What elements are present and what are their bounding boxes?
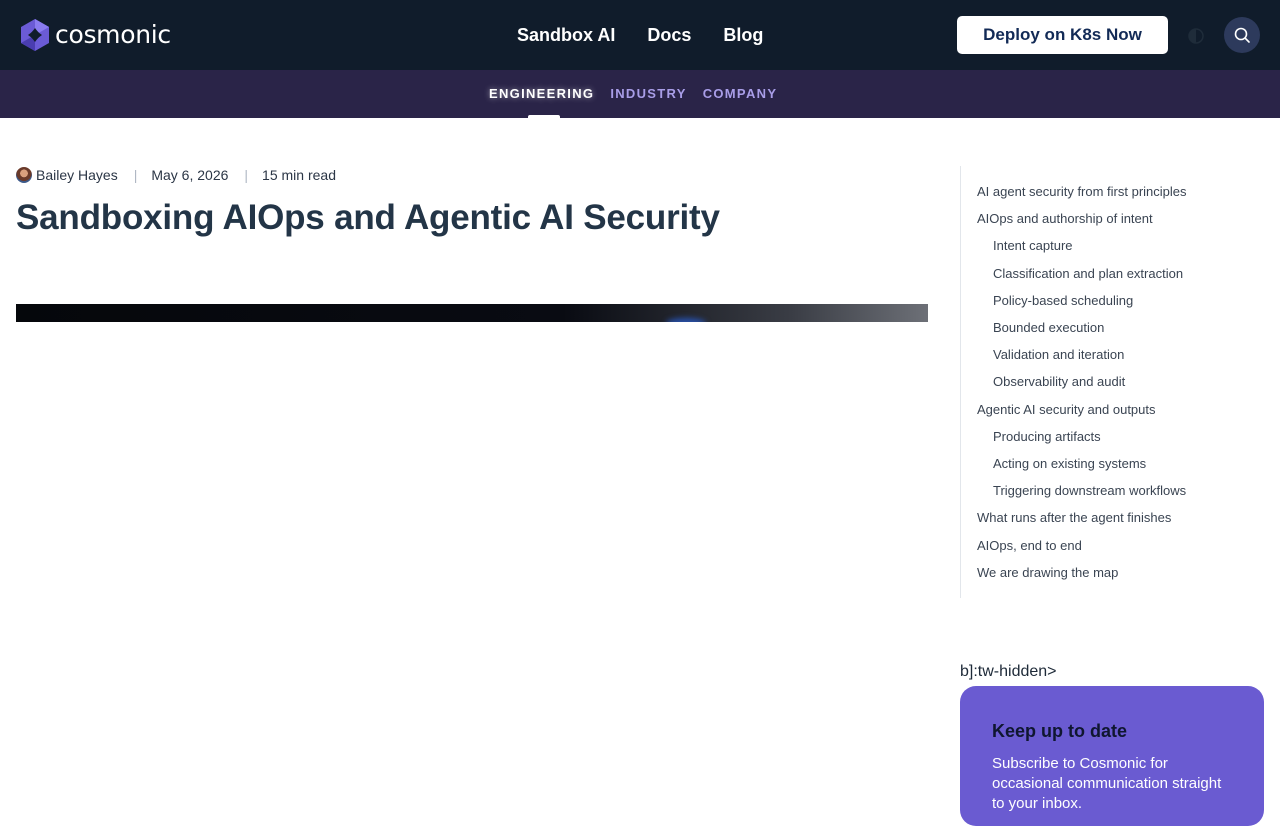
tab-company[interactable]: COMPANY <box>703 86 778 102</box>
search-button[interactable] <box>1224 17 1260 53</box>
meta-divider: | <box>133 167 138 183</box>
publish-date: May 6, 2026 <box>151 167 229 183</box>
author-name[interactable]: Bailey Hayes <box>36 167 118 183</box>
stray-markup-text: b]:tw-hidden> <box>960 663 1057 680</box>
toc-subitem[interactable]: Acting on existing systems <box>961 450 1260 477</box>
toc-subitem[interactable]: Policy-based scheduling <box>961 287 1260 314</box>
toc-subitem[interactable]: Triggering downstream workflows <box>961 477 1260 504</box>
top-navbar: cosmonic Sandbox AI Docs Blog Deploy on … <box>0 0 1280 70</box>
active-tab-indicator <box>528 115 560 118</box>
toc-subitem[interactable]: Validation and iteration <box>961 341 1260 368</box>
article-meta: Bailey Hayes | May 6, 2026 | 15 min read <box>16 166 336 184</box>
table-of-contents: AI agent security from first principles … <box>960 166 1260 598</box>
newsletter-card: Keep up to date Subscribe to Cosmonic fo… <box>960 686 1264 826</box>
toc-subitem[interactable]: Bounded execution <box>961 314 1260 341</box>
toc-subitem[interactable]: Producing artifacts <box>961 423 1260 450</box>
article-title: Sandboxing AIOps and Agentic AI Security <box>16 198 720 237</box>
toc-item[interactable]: We are drawing the map <box>961 559 1260 586</box>
toc-item[interactable]: What runs after the agent finishes <box>961 504 1260 531</box>
nav-sandbox-ai[interactable]: Sandbox AI <box>517 23 615 47</box>
tab-engineering[interactable]: ENGINEERING <box>489 86 594 102</box>
half-moon-icon[interactable] <box>1187 27 1205 45</box>
search-icon <box>1234 27 1250 43</box>
toc-item[interactable]: AIOps and authorship of intent <box>961 205 1260 232</box>
meta-divider: | <box>244 167 249 183</box>
toc-subitem[interactable]: Observability and audit <box>961 368 1260 395</box>
toc-subitem[interactable]: Classification and plan extraction <box>961 260 1260 287</box>
tab-industry[interactable]: INDUSTRY <box>610 86 686 102</box>
brand-name: cosmonic <box>55 20 171 49</box>
newsletter-body: Subscribe to Cosmonic for occasional com… <box>992 755 1222 812</box>
newsletter-title: Keep up to date <box>992 721 1128 741</box>
toc-item[interactable]: Agentic AI security and outputs <box>961 396 1260 423</box>
toc-item[interactable]: AIOps, end to end <box>961 532 1260 559</box>
hero-image <box>16 304 928 322</box>
nav-blog[interactable]: Blog <box>723 23 763 47</box>
toc-item[interactable]: AI agent security from first principles <box>961 178 1260 205</box>
hero-image-glow <box>666 318 706 322</box>
author-avatar <box>16 167 32 183</box>
nav-docs[interactable]: Docs <box>647 23 691 47</box>
read-time: 15 min read <box>262 167 336 183</box>
cosmonic-logo[interactable]: cosmonic <box>20 19 171 51</box>
toc-subitem[interactable]: Intent capture <box>961 232 1260 259</box>
deploy-on-k8s-button[interactable]: Deploy on K8s Now <box>957 16 1168 54</box>
cosmonic-logo-icon <box>21 19 49 51</box>
main-nav: Sandbox AI Docs Blog <box>517 23 763 47</box>
category-nav: ENGINEERING INDUSTRY COMPANY <box>0 70 1280 118</box>
